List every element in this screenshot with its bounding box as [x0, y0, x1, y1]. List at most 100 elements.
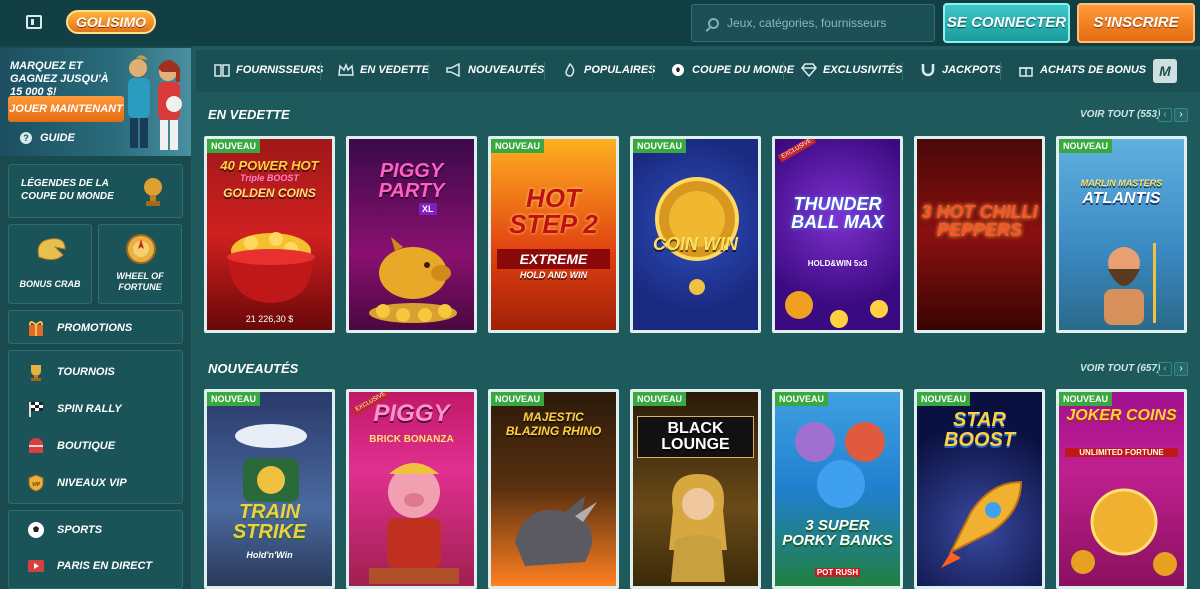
piggy-banks-image	[795, 422, 885, 508]
live-tv-icon	[28, 560, 44, 572]
trophy-icon	[31, 365, 41, 381]
cat-label: POPULAIRES	[584, 64, 656, 76]
cat-en-vedette[interactable]: EN VEDETTE	[338, 63, 429, 77]
sports-label: SPORTS	[57, 524, 103, 536]
featured-see-all[interactable]: VOIR TOUT (553)	[1080, 109, 1160, 120]
shop-icon	[29, 438, 43, 453]
sidebar-item-tournois[interactable]: TOURNOIS	[27, 363, 115, 381]
cat-jackpots[interactable]: JACKPOTS	[920, 63, 1002, 77]
game-tile-train-strike[interactable]: NOUVEAU TRAIN STRIKE Hold'n'Win	[204, 389, 335, 589]
sidebar-item-sports[interactable]: SPORTS	[27, 521, 102, 539]
sidebar-toggle-icon[interactable]	[26, 15, 42, 29]
game-tile-black-lounge[interactable]: NOUVEAU BLACK LOUNGE	[630, 389, 761, 589]
new-title: NOUVEAUTÉS	[208, 361, 299, 376]
search-box[interactable]	[691, 4, 935, 42]
sidebar-item-boutique[interactable]: BOUTIQUE	[27, 437, 115, 455]
game-tile-hot-step-2[interactable]: NOUVEAU HOT STEP 2 EXTREME HOLD AND WIN	[488, 136, 619, 333]
promo-banner[interactable]: MARQUEZ ET GAGNEZ JUSQU'À 15 000 $! JOUE…	[0, 48, 191, 156]
game-title: STAR BOOST	[943, 409, 1016, 451]
crown-icon	[338, 63, 354, 76]
cat-label: EN VEDETTE	[360, 64, 430, 76]
game-title: 3 SUPER PORKY BANKS	[782, 517, 893, 549]
sidebar-item-promotions[interactable]: PROMOTIONS	[27, 319, 132, 337]
game-tile-piggy-brick-bonanza[interactable]: EXCLUSIVE PIGGY BRICK BONANZA	[346, 389, 477, 589]
game-tile-joker-coins[interactable]: NOUVEAU JOKER COINS UNLIMITED FORTUNE	[1056, 389, 1187, 589]
game-tile-piggy-party[interactable]: PIGGY PARTY XL	[346, 136, 477, 333]
game-tile-marlin-masters[interactable]: NOUVEAU MARLIN MASTERS ATLANTIS	[1056, 136, 1187, 333]
new-badge: NOUVEAU	[1059, 139, 1113, 153]
promotions-label: PROMOTIONS	[57, 322, 133, 334]
divider	[544, 62, 545, 80]
divider	[902, 62, 903, 80]
vip-label: NIVEAUX VIP	[57, 477, 127, 489]
woman-image	[669, 474, 727, 582]
cat-populaires[interactable]: POPULAIRES	[562, 63, 656, 77]
rocket-image	[941, 480, 1023, 568]
game-title: THUNDER BALL MAX	[791, 194, 884, 232]
sidebar-item-live-betting[interactable]: PARIS EN DIRECT	[27, 557, 152, 575]
horseshoe-icon	[921, 64, 935, 77]
new-prev-arrow[interactable]: ‹	[1158, 362, 1172, 376]
sidebar-item-vip[interactable]: VIP NIVEAUX VIP	[27, 474, 127, 492]
question-icon: ?	[20, 132, 32, 144]
guide-link[interactable]: ? GUIDE	[20, 132, 75, 144]
jackpot-amount: 21 226,30 $	[245, 314, 294, 324]
category-nav: FOURNISSEURS EN VEDETTE NOUVEAUTÉS POPUL…	[196, 50, 1200, 92]
featured-prev-arrow[interactable]: ‹	[1158, 108, 1172, 122]
cat-achats-bonus[interactable]: ACHATS DE BONUS	[1018, 63, 1146, 77]
cat-nouveautes[interactable]: NOUVEAUTÉS	[446, 63, 544, 77]
wheel-icon	[126, 234, 156, 264]
game-title: 3 HOT CHILLI PEPPERS	[921, 202, 1038, 240]
vip-shield-icon: VIP	[28, 474, 44, 492]
golden-pig-image	[369, 237, 457, 323]
game-subtitle: Triple BOOST	[240, 173, 299, 183]
cat-label: JACKPOTS	[942, 64, 1002, 76]
bonus-crab-card[interactable]: BONUS CRAB	[8, 224, 92, 304]
new-see-all[interactable]: VOIR TOUT (657)	[1080, 363, 1160, 374]
new-next-arrow[interactable]: ›	[1174, 362, 1188, 376]
game-subtitle: XL	[419, 203, 437, 215]
game-tile-40-power-hot[interactable]: NOUVEAU 40 POWER HOT Triple BOOST GOLDEN…	[204, 136, 335, 333]
game-tile-3-super-porky-banks[interactable]: NOUVEAU 3 SUPER PORKY BANKS POT RUSH	[772, 389, 903, 589]
top-bar: GOLISIMO SE CONNECTER S'INSCRIRE	[0, 0, 1200, 46]
game-title: MARLIN MASTERS	[1080, 178, 1163, 188]
pig-builder-image	[369, 463, 459, 584]
more-categories-button[interactable]: M	[1153, 59, 1177, 83]
trophy-icon	[144, 178, 162, 206]
game-subtitle: BRICK BONANZA	[369, 434, 454, 445]
cat-fournisseurs[interactable]: FOURNISSEURS	[214, 63, 323, 77]
game-tile-majestic-blazing-rhino[interactable]: NOUVEAU MAJESTIC BLAZING RHINO	[488, 389, 619, 589]
world-cup-legends[interactable]: LÉGENDES DE LA COUPE DU MONDE	[8, 164, 183, 218]
divider	[783, 62, 784, 80]
cat-coupe-du-monde[interactable]: COUPE DU MONDE	[670, 63, 794, 77]
game-tile-star-boost[interactable]: NOUVEAU STAR BOOST	[914, 389, 1045, 589]
gift-icon	[29, 321, 43, 336]
logo[interactable]: GOLISIMO	[66, 10, 156, 34]
featured-next-arrow[interactable]: ›	[1174, 108, 1188, 122]
gift-icon	[1019, 67, 1033, 77]
coins-image	[785, 291, 888, 328]
game-tile-3-hot-chilli-peppers[interactable]: 3 HOT CHILLI PEPPERS	[914, 136, 1045, 333]
wheel-of-fortune-card[interactable]: WHEEL OF FORTUNE	[98, 224, 182, 304]
promotions-box: PROMOTIONS	[8, 310, 183, 344]
game-title: TRAIN STRIKE	[232, 501, 307, 543]
game-tile-coin-win[interactable]: NOUVEAU COIN WIN	[630, 136, 761, 333]
tournois-label: TOURNOIS	[57, 366, 115, 378]
search-input[interactable]	[727, 16, 917, 30]
game-title: 40 POWER HOT	[220, 158, 319, 173]
signup-button[interactable]: S'INSCRIRE	[1077, 3, 1195, 43]
game-title-2: GOLDEN COINS	[223, 186, 316, 200]
features-box: TOURNOIS SPIN RALLY BOUTIQUE VIP NIVEAUX…	[8, 350, 183, 504]
spin-rally-label: SPIN RALLY	[57, 403, 122, 415]
new-badge: NOUVEAU	[491, 139, 545, 153]
play-now-button[interactable]: JOUER MAINTENANT	[8, 96, 124, 122]
login-button[interactable]: SE CONNECTER	[943, 3, 1070, 43]
search-icon	[708, 17, 719, 29]
cat-label: FOURNISSEURS	[236, 64, 324, 76]
new-badge: NOUVEAU	[207, 392, 261, 406]
game-tile-thunder-ball-max[interactable]: EXCLUSIVE THUNDER BALL MAX HOLD&WIN 5x3	[772, 136, 903, 333]
sidebar-item-spin-rally[interactable]: SPIN RALLY	[27, 400, 122, 418]
exclusive-badge: EXCLUSIVE	[777, 139, 817, 163]
game-subtitle: HOLD&WIN 5x3	[807, 259, 868, 268]
cat-exclusivites[interactable]: EXCLUSIVITÉS	[801, 63, 902, 77]
